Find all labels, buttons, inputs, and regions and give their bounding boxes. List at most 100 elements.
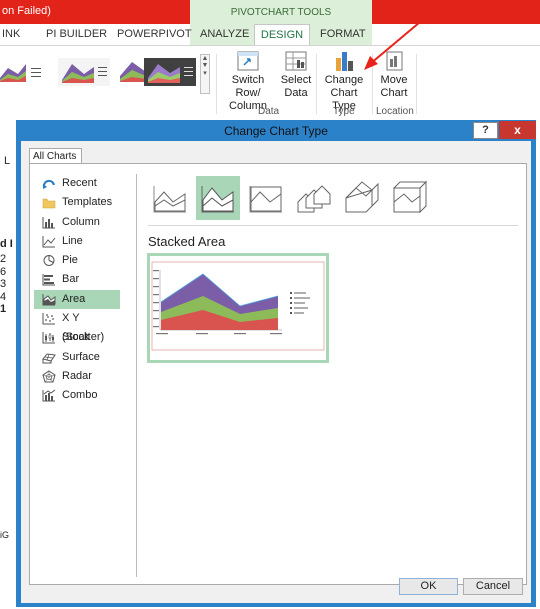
group-separator (416, 54, 417, 114)
group-separator (316, 54, 317, 114)
chart-style-thumbnail-1[interactable] (0, 58, 50, 86)
subtype-3d-stacked-area[interactable] (340, 176, 384, 220)
tab-powerpivot[interactable]: POWERPIVOT (117, 28, 192, 40)
chart-type-pie[interactable]: Pie (34, 251, 120, 270)
sheet-edge: L d I 2 6 3 4 1 iG (0, 117, 16, 609)
chart-type-list: Recent Templates Column Line Pie Bar Are… (34, 174, 134, 406)
subtype-3d-100-stacked-area[interactable] (388, 176, 432, 220)
dialog-title: Change Chart Type (224, 124, 328, 138)
chart-type-label: Combo (62, 389, 98, 402)
change-chart-type-icon (336, 52, 353, 71)
group-separator (372, 54, 373, 114)
tab-pi-builder[interactable]: PI BUILDER (46, 28, 107, 40)
stacked-area-subtype-icon (201, 186, 234, 213)
subtype-divider (148, 225, 518, 226)
subtype-3d-area[interactable] (292, 176, 336, 220)
change-chart-type-label-1: Change (324, 74, 364, 86)
switch-row-column-label-1: Switch Row/ (231, 74, 265, 99)
chart-type-label: Area (62, 292, 86, 305)
subtype-100-stacked-area[interactable] (244, 176, 288, 220)
switch-row-column-button[interactable]: Switch Row/ Column (220, 50, 276, 113)
chart-type-scatter[interactable]: X Y (Scatter) (34, 309, 120, 343)
tab-ink[interactable]: INK (2, 28, 20, 40)
chart-type-label: Radar (62, 369, 92, 382)
chart-subtypes (148, 176, 518, 224)
chart-type-panel: Recent Templates Column Line Pie Bar Are… (29, 163, 527, 585)
chart-type-label: Recent (62, 177, 97, 189)
chart-type-label: Templates (62, 196, 113, 209)
pie-chart-icon (43, 255, 55, 267)
chart-type-label: Surface (62, 350, 100, 363)
subtype-stacked-area[interactable] (196, 176, 240, 220)
chart-type-label: Stock (62, 331, 90, 344)
column-chart-icon (42, 216, 55, 229)
chart-style-thumbnail-4[interactable] (144, 58, 196, 86)
ok-button[interactable]: OK (399, 578, 458, 595)
switch-row-column-icon (237, 51, 259, 71)
tab-design[interactable]: DESIGN (254, 24, 310, 45)
change-chart-type-dialog: Change Chart Type ? x All Charts Recent … (16, 120, 536, 607)
select-data-button[interactable]: Select Data (278, 50, 314, 100)
dialog-body: All Charts Recent Templates Column Line (21, 141, 531, 603)
group-separator (216, 54, 217, 114)
close-button[interactable]: x (499, 121, 536, 139)
row-fragment: 1 (0, 303, 7, 315)
chart-type-templates[interactable]: Templates (34, 193, 120, 212)
window-title: on Failed) (2, 5, 51, 17)
recent-icon (42, 179, 55, 189)
area-subtype-icon (153, 186, 186, 213)
group-label-data: Data (258, 106, 280, 117)
row-fragment: 3 (0, 278, 7, 290)
change-chart-type-button[interactable]: Change Chart Type (318, 50, 370, 113)
tab-format[interactable]: FORMAT (320, 28, 366, 40)
area-chart-icon (42, 293, 56, 306)
select-data-label-2: Data (284, 87, 308, 99)
cancel-button[interactable]: Cancel (463, 578, 523, 595)
chart-type-column[interactable]: Column (34, 213, 120, 232)
gallery-scroll[interactable]: ▲ ▼ ▾ (200, 54, 210, 94)
combo-chart-icon (42, 389, 56, 402)
surface-chart-icon (42, 353, 56, 364)
stacked-area-preview-icon (151, 261, 325, 351)
subtype-area[interactable] (148, 176, 192, 220)
folder-icon (42, 199, 56, 209)
list-divider (136, 174, 137, 577)
chart-style-thumbnail-2[interactable] (58, 58, 110, 86)
group-label-location: Location (376, 106, 414, 117)
selected-subtype-title: Stacked Area (148, 234, 226, 249)
line-chart-icon (42, 235, 56, 248)
row-fragment: 4 (0, 291, 7, 303)
chart-type-radar[interactable]: Radar (34, 367, 120, 386)
chart-type-surface[interactable]: Surface (34, 348, 120, 367)
chart-type-combo[interactable]: Combo (34, 386, 120, 405)
move-chart-label-2: Chart (380, 87, 408, 99)
chart-preview[interactable] (147, 253, 329, 363)
row-fragment: d I (0, 238, 13, 250)
chart-type-recent[interactable]: Recent (34, 174, 120, 193)
select-data-label-1: Select (280, 74, 312, 86)
move-chart-label-1: Move (380, 74, 408, 86)
move-chart-button[interactable]: Move Chart (374, 50, 414, 100)
chart-type-label: Line (62, 234, 83, 247)
row-fragment: iG (0, 530, 9, 540)
ribbon-tabs: INK PI BUILDER POWERPIVOT ANALYZE DESIGN… (0, 24, 540, 45)
stock-chart-icon (42, 332, 55, 344)
help-button[interactable]: ? (473, 122, 498, 139)
chart-type-bar[interactable]: Bar (34, 270, 120, 289)
chart-type-label: Column (62, 215, 100, 228)
tab-analyze[interactable]: ANALYZE (200, 28, 249, 40)
ribbon-design: ▲ ▼ ▾ Switch Row/ Column Select Data Data … (0, 45, 540, 117)
percent-stacked-area-subtype-icon (249, 186, 282, 213)
radar-chart-icon (42, 370, 56, 383)
percent-stacked-area-3d-subtype-icon (392, 180, 428, 214)
stacked-area-3d-subtype-icon (345, 181, 379, 213)
chart-type-label: Pie (62, 254, 78, 267)
row-fragment: 6 (0, 266, 7, 278)
chart-type-area[interactable]: Area (34, 289, 120, 310)
row-fragment: L (4, 155, 11, 167)
tab-all-charts[interactable]: All Charts (29, 148, 82, 164)
move-chart-icon (386, 51, 403, 71)
bar-chart-icon (42, 274, 55, 286)
chart-type-line[interactable]: Line (34, 232, 120, 251)
chart-type-stock[interactable]: Stock (34, 328, 120, 347)
